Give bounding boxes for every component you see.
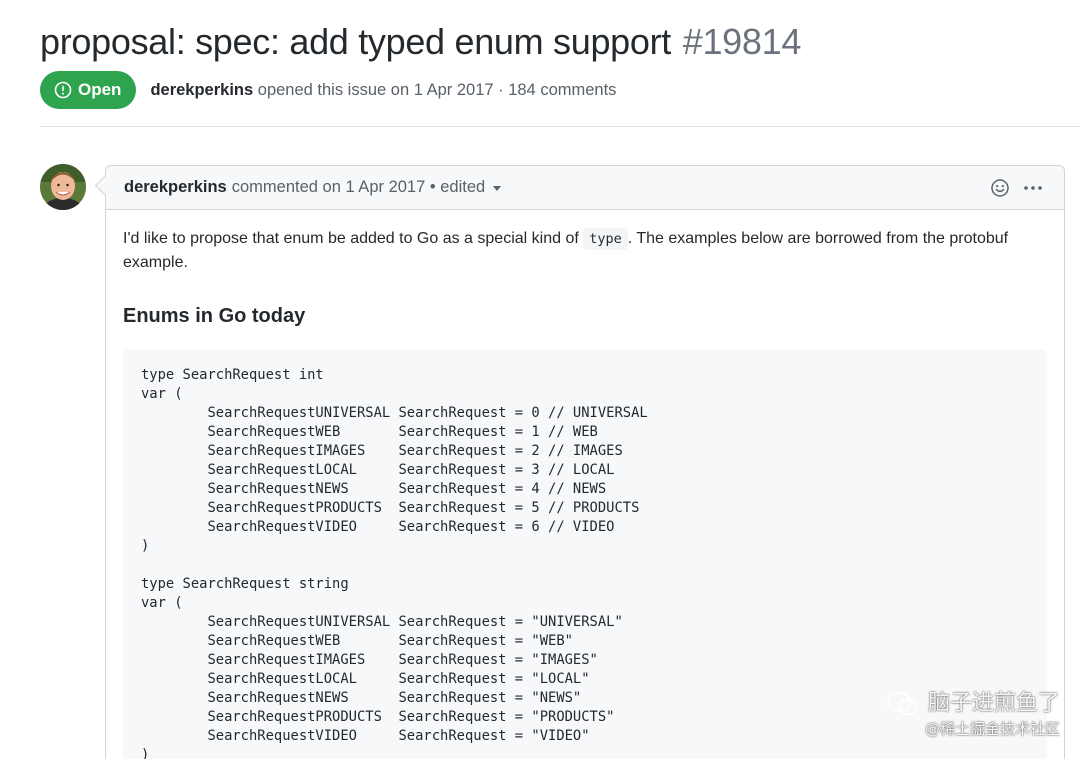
issue-meta: derekperkins opened this issue on 1 Apr …: [150, 81, 616, 100]
smiley-icon[interactable]: [990, 178, 1010, 198]
watermark-line2: @稀土掘金技术社区: [924, 720, 1060, 738]
comment-author-link[interactable]: derekperkins: [124, 178, 227, 197]
code-line: SearchRequestUNIVERSAL SearchRequest = 0…: [141, 405, 648, 421]
watermark-text-1: 脑子进煎鱼了: [927, 691, 1060, 716]
header-divider: [40, 126, 1080, 127]
inline-code-type: type: [583, 228, 628, 250]
code-line: SearchRequestWEB SearchRequest = "WEB": [141, 633, 573, 649]
code-line: SearchRequestPRODUCTS SearchRequest = 5 …: [141, 500, 640, 516]
issue-number: #19814: [682, 21, 802, 62]
issue-meta-row: Open derekperkins opened this issue on 1…: [40, 71, 616, 109]
code-line: type SearchRequest string: [141, 576, 349, 592]
kebab-horizontal-icon[interactable]: [1022, 178, 1044, 198]
comment-header: derekperkins commented on 1 Apr 2017 • e…: [106, 166, 1064, 210]
intro-text-before: I'd like to propose that enum be added t…: [123, 230, 584, 247]
code-line: var (: [141, 386, 183, 402]
watermark-line1: 脑子进煎鱼了: [886, 690, 1060, 718]
code-line: ): [141, 747, 150, 759]
edit-history-dropdown-icon[interactable]: [493, 186, 502, 191]
avatar[interactable]: [40, 164, 86, 210]
comment-actions: [978, 166, 1044, 209]
code-line: var (: [141, 595, 183, 611]
code-line: type SearchRequest int: [141, 367, 324, 383]
issue-title-text: proposal: spec: add typed enum support: [40, 21, 672, 62]
issue-page: proposal: spec: add typed enum support #…: [0, 0, 1080, 759]
status-badge: Open: [40, 71, 137, 109]
code-line: SearchRequestNEWS SearchRequest = 4 // N…: [141, 481, 607, 497]
comment-body: I'd like to propose that enum be added t…: [106, 210, 1064, 759]
code-line: SearchRequestUNIVERSAL SearchRequest = "…: [141, 614, 623, 630]
code-line: SearchRequestIMAGES SearchRequest = "IMA…: [141, 652, 598, 668]
status-label: Open: [78, 80, 122, 99]
issue-title: proposal: spec: add typed enum support #…: [40, 16, 801, 68]
code-line: SearchRequestWEB SearchRequest = 1 // WE…: [141, 424, 598, 440]
comment-meta: commented on 1 Apr 2017 • edited: [231, 178, 486, 196]
code-line: ): [141, 538, 150, 554]
code-line: SearchRequestVIDEO SearchRequest = 6 // …: [141, 519, 615, 535]
section-heading: Enums in Go today: [123, 305, 306, 327]
issue-author-link[interactable]: derekperkins: [150, 81, 253, 99]
comment-box: derekperkins commented on 1 Apr 2017 • e…: [105, 165, 1065, 759]
code-line: SearchRequestIMAGES SearchRequest = 2 //…: [141, 443, 623, 459]
issue-meta-text: opened this issue on 1 Apr 2017 · 184 co…: [257, 80, 617, 99]
issue-opened-icon: [54, 81, 72, 99]
watermark: 脑子进煎鱼了 @稀土掘金技术社区: [886, 690, 1060, 740]
comment-intro-paragraph: I'd like to propose that enum be added t…: [123, 227, 1047, 274]
code-line: SearchRequestLOCAL SearchRequest = "LOCA…: [141, 671, 590, 687]
wechat-icon: [886, 690, 920, 718]
code-line: SearchRequestLOCAL SearchRequest = 3 // …: [141, 462, 615, 478]
